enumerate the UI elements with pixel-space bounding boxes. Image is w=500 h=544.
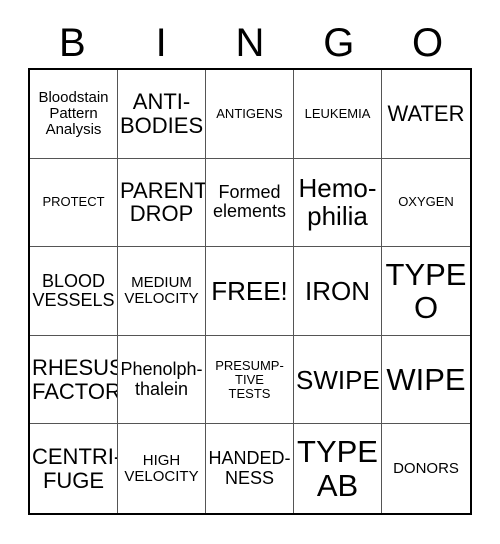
bingo-cell-r2c1[interactable]: PROTECT: [30, 158, 118, 248]
bingo-cell-r5c1[interactable]: CENTRI- FUGE: [30, 424, 118, 513]
bingo-cell-label: SWIPE: [296, 364, 380, 395]
bingo-cell-r4c5[interactable]: WIPE: [382, 335, 470, 425]
bingo-grid: Bloodstain Pattern Analysis ANTI- BODIES A…: [28, 68, 472, 515]
bingo-cell-label: FREE!: [211, 275, 288, 306]
bingo-cell-r5c3[interactable]: HANDED- NESS: [206, 424, 294, 513]
bingo-cell-r3c4[interactable]: IRON: [294, 247, 382, 336]
bingo-header-row: BINGO: [28, 18, 472, 68]
bingo-cell-label: MEDIUM VELOCITY: [124, 273, 199, 307]
bingo-cell-label: HANDED- NESS: [208, 448, 291, 488]
bingo-cell-r1c5[interactable]: WATER: [382, 70, 470, 159]
bingo-cell-label: BLOOD VESSELS: [32, 270, 115, 310]
bingo-cell-label: PARENT DROP: [120, 177, 206, 227]
bingo-card: B I N G O Bloodstain Pattern Analysis ANTI- B…: [0, 0, 500, 544]
bingo-cell-r1c3[interactable]: ANTIGENS: [206, 70, 294, 159]
bingo-cell-label: RHESUS FACTOR: [32, 354, 118, 404]
bingo-cell-label: WIPE: [386, 361, 466, 397]
bingo-cell-label: Formed elements: [212, 181, 287, 222]
bingo-cell-r3c5[interactable]: TYPE O: [382, 247, 470, 336]
bingo-header-letter-n: N: [235, 21, 265, 65]
bingo-header-letter-g: G: [323, 21, 355, 65]
bingo-cell-label: OXYGEN: [398, 194, 454, 210]
bingo-cell-r1c4[interactable]: LEUKEMIA: [294, 70, 382, 159]
bingo-cell-label: TYPE O: [385, 256, 467, 325]
bingo-cell-r5c5[interactable]: DONORS: [382, 424, 470, 513]
bingo-cell-label: ANTIGENS: [216, 105, 283, 121]
bingo-cell-r4c2[interactable]: Phenolph- thalein: [118, 335, 206, 425]
bingo-header-letter-i: I: [155, 21, 167, 65]
bingo-cell-r4c4[interactable]: SWIPE: [294, 335, 382, 425]
bingo-cell-r4c1[interactable]: RHESUS FACTOR: [30, 335, 118, 425]
bingo-cell-label: TYPE AB: [297, 434, 378, 503]
bingo-cell-label: Hemo- philia: [298, 173, 377, 232]
bingo-cell-label: IRON: [305, 275, 370, 306]
bingo-cell-r1c1[interactable]: Bloodstain Pattern Analysis: [30, 70, 118, 159]
bingo-cell-label: PROTECT: [42, 194, 105, 210]
bingo-cell-label: CENTRI- FUGE: [32, 443, 118, 493]
bingo-cell-label: Phenolph- thalein: [120, 359, 203, 399]
bingo-cell-label: HIGH VELOCITY: [124, 451, 199, 485]
bingo-cell-r3c1[interactable]: BLOOD VESSELS: [30, 247, 118, 336]
bingo-cell-label: PRESUMP- TIVE TESTS: [215, 357, 284, 401]
bingo-cell-r4c3[interactable]: PRESUMP- TIVE TESTS: [206, 335, 294, 425]
bingo-cell-r1c2[interactable]: ANTI- BODIES: [118, 70, 206, 159]
bingo-cell-label: ANTI- BODIES: [120, 89, 204, 138]
bingo-cell-r2c3[interactable]: Formed elements: [206, 158, 294, 248]
bingo-cell-label: WATER: [387, 100, 465, 126]
bingo-cell-label: LEUKEMIA: [304, 105, 371, 121]
bingo-cell-r2c5[interactable]: OXYGEN: [382, 158, 470, 248]
bingo-cell-r3c2[interactable]: MEDIUM VELOCITY: [118, 247, 206, 336]
bingo-cell-r5c2[interactable]: HIGH VELOCITY: [118, 424, 206, 513]
bingo-cell-r5c4[interactable]: TYPE AB: [294, 424, 382, 513]
bingo-cell-r2c2[interactable]: PARENT DROP: [118, 158, 206, 248]
bingo-header-letter-b: B: [59, 21, 86, 65]
bingo-cell-r2c4[interactable]: Hemo- philia: [294, 158, 382, 248]
bingo-cell-label: DONORS: [393, 459, 459, 477]
bingo-cell-label: Bloodstain Pattern Analysis: [38, 88, 109, 138]
bingo-header-letter-o: O: [412, 21, 444, 65]
bingo-cell-r3c3[interactable]: FREE!: [206, 247, 294, 336]
